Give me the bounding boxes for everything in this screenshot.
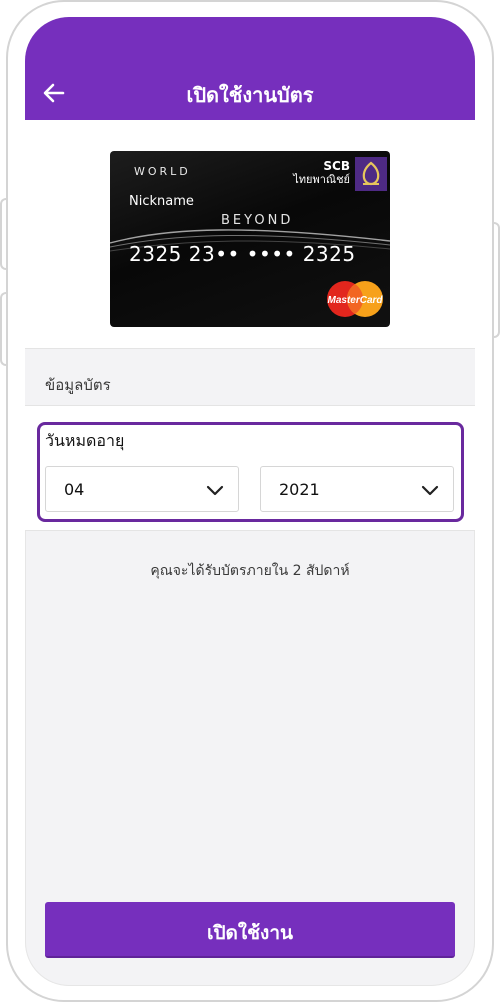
card-number: 2325 23•• •••• 2325: [129, 242, 356, 266]
activate-button-label: เปิดใช้งาน: [206, 922, 293, 944]
bank-name-en: SCB: [323, 159, 350, 173]
chevron-down-icon: [421, 485, 439, 496]
card-nickname: Nickname: [129, 194, 194, 209]
page: เปิดใช้งานบัตร WORLD SCB ไทยพาณิชย์ Nick…: [0, 0, 500, 1004]
expiry-field-group: วันหมดอายุ 04 2021: [37, 422, 464, 522]
mastercard-logo-icon: MasterCard: [327, 281, 383, 317]
credit-card-image: WORLD SCB ไทยพาณิชย์ Nickname BEYOND 232…: [110, 151, 390, 327]
chevron-down-icon: [206, 485, 224, 496]
card-product-name: BEYOND: [221, 213, 294, 228]
network-label: MasterCard: [327, 295, 383, 306]
delivery-note: คุณจะได้รับบัตรภายใน 2 สัปดาห์: [150, 563, 350, 579]
app-screen: เปิดใช้งานบัตร WORLD SCB ไทยพาณิชย์ Nick…: [25, 17, 475, 986]
expiry-year-select[interactable]: 2021: [260, 466, 454, 512]
bank-name-th: ไทยพาณิชย์: [293, 173, 350, 186]
section-label: ข้อมูลบัตร: [45, 376, 111, 394]
scb-logo-icon: [355, 157, 387, 191]
card-tier: WORLD: [134, 165, 191, 178]
expiry-section: วันหมดอายุ 04 2021: [25, 406, 475, 531]
card-preview-area: WORLD SCB ไทยพาณิชย์ Nickname BEYOND 232…: [25, 120, 475, 349]
activate-card-button[interactable]: เปิดใช้งาน: [45, 902, 455, 958]
phone-frame: เปิดใช้งานบัตร WORLD SCB ไทยพาณิชย์ Nick…: [0, 0, 500, 1004]
expiry-month-select[interactable]: 04: [45, 466, 239, 512]
card-info-section-header: ข้อมูลบัตร: [25, 349, 475, 406]
page-title: เปิดใช้งานบัตร: [186, 83, 314, 107]
expiry-year-value: 2021: [279, 480, 320, 499]
expiry-label: วันหมดอายุ: [45, 431, 125, 450]
card-bank-name: SCB ไทยพาณิชย์: [293, 159, 350, 187]
app-header: เปิดใช้งานบัตร: [25, 17, 475, 120]
expiry-month-value: 04: [64, 480, 85, 499]
